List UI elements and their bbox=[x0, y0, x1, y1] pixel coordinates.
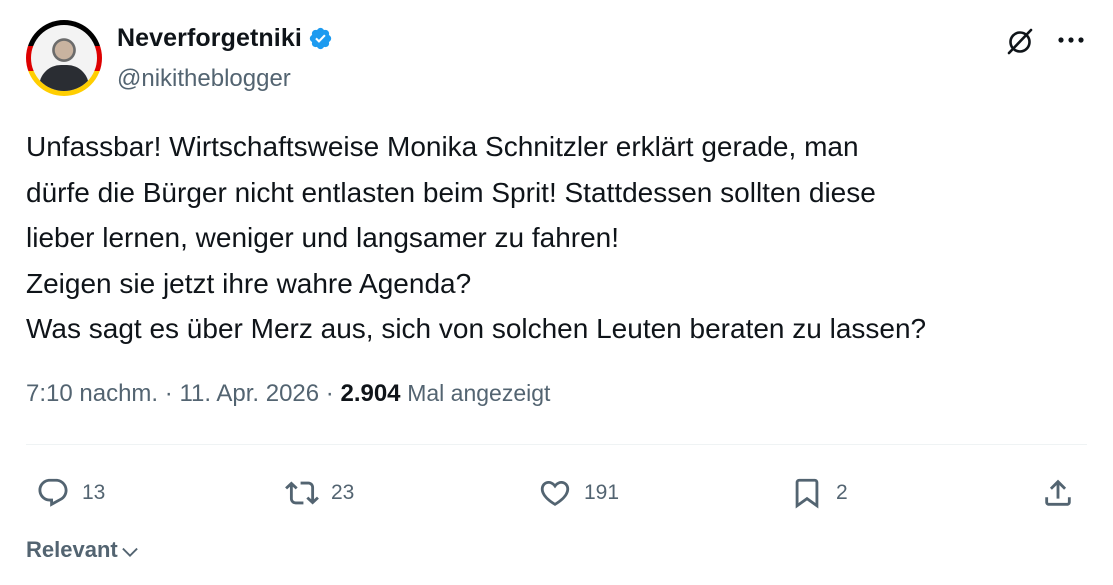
divider bbox=[26, 444, 1087, 445]
reply-sort-label: Relevant bbox=[26, 537, 118, 562]
reply-button[interactable]: 13 bbox=[36, 473, 105, 513]
grok-icon[interactable] bbox=[1006, 26, 1034, 56]
views-count: 2.904 bbox=[340, 380, 401, 407]
retweet-button[interactable]: 23 bbox=[285, 473, 354, 513]
retweet-icon bbox=[285, 481, 319, 505]
reply-sort-dropdown[interactable]: Relevant bbox=[26, 537, 141, 563]
share-icon bbox=[1045, 479, 1071, 506]
author-handle[interactable]: @nikitheblogger bbox=[117, 65, 291, 93]
tweet-text-line: Zeigen sie jetzt ihre wahre Agenda? bbox=[26, 267, 472, 299]
reply-count: 13 bbox=[82, 481, 106, 504]
share-button[interactable] bbox=[1041, 473, 1075, 513]
tweet-text-line: lieber lernen, weniger und langsamer zu … bbox=[26, 222, 620, 253]
tweet-time[interactable]: 7:10 nachm. bbox=[26, 380, 158, 407]
reply-icon bbox=[38, 478, 68, 507]
views-label: Mal angezeigt bbox=[407, 380, 551, 406]
like-button[interactable]: 191 bbox=[538, 473, 619, 513]
heart-icon bbox=[540, 480, 570, 506]
avatar-figure bbox=[39, 65, 89, 91]
tweet-text: Unfassbar! Wirtschaftsweise Monika Schni… bbox=[26, 124, 1086, 352]
like-count: 191 bbox=[584, 481, 620, 504]
tweet-text-line: dürfe die Bürger nicht entlasten beim Sp… bbox=[26, 176, 876, 208]
meta-separator: · bbox=[325, 380, 334, 407]
more-options-icon[interactable] bbox=[1056, 30, 1086, 50]
tweet-text-line: Was sagt es über Merz aus, sich von solc… bbox=[26, 313, 927, 344]
author-name-row: Neverforgetniki bbox=[117, 24, 333, 53]
bookmark-icon bbox=[795, 478, 819, 509]
avatar-photo bbox=[31, 25, 97, 91]
bookmark-count: 2 bbox=[836, 481, 848, 504]
verified-badge-icon[interactable] bbox=[308, 26, 333, 51]
avatar[interactable] bbox=[26, 20, 102, 96]
bookmark-button[interactable]: 2 bbox=[790, 473, 848, 513]
author-display-name[interactable]: Neverforgetniki bbox=[117, 24, 302, 53]
tweet-text-line: Unfassbar! Wirtschaftsweise Monika Schni… bbox=[26, 131, 859, 162]
meta-separator: · bbox=[164, 380, 173, 407]
tweet-date[interactable]: 11. Apr. 2026 bbox=[179, 380, 319, 407]
tweet-meta: 7:10 nachm. · 11. Apr. 2026 · 2.904 Mal … bbox=[26, 380, 550, 408]
retweet-count: 23 bbox=[331, 481, 355, 504]
chevron-down-icon bbox=[121, 547, 138, 557]
